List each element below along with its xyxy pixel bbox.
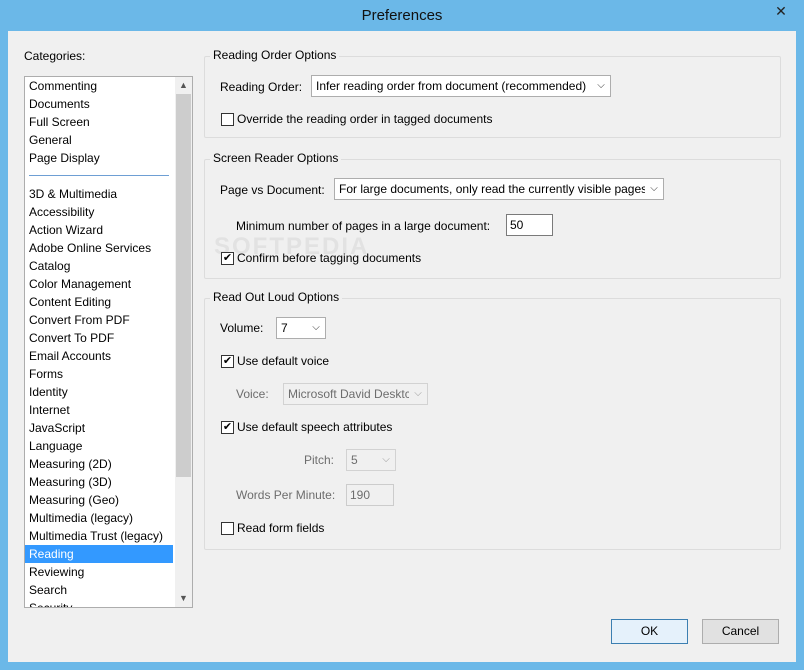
pitch-value: 5 [351, 453, 358, 467]
list-item[interactable]: Language [25, 437, 173, 455]
list-item[interactable]: General [25, 131, 173, 149]
wpm-input[interactable]: 190 [346, 484, 394, 506]
min-pages-label: Minimum number of pages in a large docum… [236, 219, 491, 233]
list-item[interactable]: Multimedia (legacy) [25, 509, 173, 527]
override-label: Override the reading order in tagged doc… [237, 112, 493, 126]
chevron-down-icon: ⌵ [592, 76, 610, 96]
list-item[interactable]: 3D & Multimedia [25, 185, 173, 203]
list-item[interactable]: Measuring (3D) [25, 473, 173, 491]
list-item[interactable]: Page Display [25, 149, 173, 167]
list-item[interactable]: Commenting [25, 77, 173, 95]
ok-button[interactable]: OK [611, 619, 688, 644]
list-item[interactable]: Identity [25, 383, 173, 401]
categories-scrollbar[interactable]: ▲ ▼ [175, 77, 192, 607]
list-item[interactable]: Adobe Online Services [25, 239, 173, 257]
close-icon[interactable]: ✕ [764, 1, 798, 21]
list-item[interactable]: Accessibility [25, 203, 173, 221]
confirm-tagging-checkbox[interactable]: ✔ [221, 252, 234, 265]
default-voice-checkbox[interactable]: ✔ [221, 355, 234, 368]
list-item[interactable]: Catalog [25, 257, 173, 275]
default-speech-label: Use default speech attributes [237, 420, 393, 434]
list-item[interactable]: Reading [25, 545, 173, 563]
page-vs-document-value: For large documents, only read the curre… [339, 182, 648, 196]
list-item[interactable]: Documents [25, 95, 173, 113]
list-item[interactable]: Measuring (Geo) [25, 491, 173, 509]
default-voice-label: Use default voice [237, 354, 330, 368]
title-bar[interactable]: Preferences ✕ [0, 0, 804, 31]
categories-label: Categories: [24, 49, 86, 63]
voice-label: Voice: [236, 387, 269, 401]
list-item[interactable]: Color Management [25, 275, 173, 293]
list-separator [25, 167, 173, 185]
list-item[interactable]: JavaScript [25, 419, 173, 437]
voice-value: Microsoft David Desktc [288, 387, 411, 401]
reading-order-title: Reading Order Options [210, 48, 340, 62]
screen-reader-title: Screen Reader Options [210, 151, 342, 165]
list-item[interactable]: Email Accounts [25, 347, 173, 365]
chevron-down-icon: ⌵ [645, 179, 663, 199]
voice-select[interactable]: Microsoft David Desktc ⌵ [283, 383, 428, 405]
screen-reader-group: Screen Reader Options Page vs Document: … [204, 151, 781, 279]
reading-order-label: Reading Order: [220, 80, 303, 94]
list-item[interactable]: Reviewing [25, 563, 173, 581]
scroll-down-icon[interactable]: ▼ [175, 590, 192, 607]
wpm-label: Words Per Minute: [236, 488, 336, 502]
confirm-tagging-label: Confirm before tagging documents [237, 251, 422, 265]
default-speech-checkbox[interactable]: ✔ [221, 421, 234, 434]
pitch-select[interactable]: 5 ⌵ [346, 449, 396, 471]
list-item[interactable]: Convert From PDF [25, 311, 173, 329]
page-vs-document-select[interactable]: For large documents, only read the curre… [334, 178, 664, 200]
reading-order-select[interactable]: Infer reading order from document (recom… [311, 75, 611, 97]
list-item[interactable]: Multimedia Trust (legacy) [25, 527, 173, 545]
read-out-loud-group: Read Out Loud Options Volume: 7 ⌵ ✔ Use … [204, 290, 781, 550]
page-vs-document-label: Page vs Document: [220, 183, 325, 197]
list-item[interactable]: Action Wizard [25, 221, 173, 239]
categories-items: Commenting Documents Full Screen General Pag… [25, 77, 173, 607]
list-item[interactable]: Content Editing [25, 293, 173, 311]
list-item[interactable]: Full Screen [25, 113, 173, 131]
volume-label: Volume: [220, 321, 264, 335]
volume-select[interactable]: 7 ⌵ [276, 317, 326, 339]
preferences-window: Preferences ✕ Categories: Commenting Docu… [0, 0, 804, 670]
reading-order-value: Infer reading order from document (recom… [316, 79, 587, 93]
window-title: Preferences [361, 7, 443, 24]
scroll-up-icon[interactable]: ▲ [175, 77, 192, 94]
list-item[interactable]: Convert To PDF [25, 329, 173, 347]
categories-list[interactable]: Commenting Documents Full Screen General Pag… [24, 76, 193, 608]
chevron-down-icon: ⌵ [307, 318, 325, 338]
override-checkbox[interactable] [221, 113, 234, 126]
read-out-loud-title: Read Out Loud Options [210, 290, 343, 304]
pitch-label: Pitch: [304, 453, 335, 467]
list-item[interactable]: Measuring (2D) [25, 455, 173, 473]
reading-order-group: Reading Order Options Reading Order: Inf… [204, 48, 781, 138]
read-form-fields-label: Read form fields [237, 521, 325, 535]
min-pages-input[interactable]: 50 [506, 214, 553, 236]
chevron-down-icon: ⌵ [377, 450, 395, 470]
chevron-down-icon: ⌵ [409, 384, 427, 404]
dialog-body: Categories: Commenting Documents Full Scre… [8, 31, 796, 662]
list-item[interactable]: Search [25, 581, 173, 599]
cancel-button[interactable]: Cancel [702, 619, 779, 644]
list-item[interactable]: Security [25, 599, 173, 607]
list-item[interactable]: Forms [25, 365, 173, 383]
list-item[interactable]: Internet [25, 401, 173, 419]
scrollbar-thumb[interactable] [176, 94, 191, 477]
volume-value: 7 [281, 321, 288, 335]
read-form-fields-checkbox[interactable] [221, 522, 234, 535]
